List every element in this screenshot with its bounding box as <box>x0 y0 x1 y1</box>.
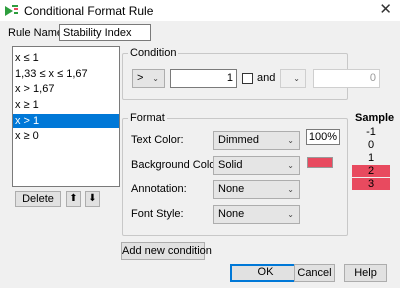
sample-value: 2 <box>352 165 390 177</box>
help-button[interactable]: Help <box>344 264 387 282</box>
title-bar: Conditional Format Rule ✕ <box>0 0 400 21</box>
delete-button[interactable]: Delete <box>15 191 61 207</box>
sample-value: 3 <box>352 178 390 190</box>
text-percent-input[interactable]: 100% <box>306 129 340 145</box>
sample-value: 0 <box>367 139 375 151</box>
rule-list-item[interactable]: x > 1,67 <box>13 82 119 96</box>
operator-value: > <box>137 72 144 84</box>
font-style-value: None <box>218 208 245 220</box>
sample-value: -1 <box>366 126 376 138</box>
move-up-button[interactable]: ⬆ <box>66 191 81 207</box>
rule-name-label: Rule Name: <box>8 27 67 39</box>
ok-button[interactable]: OK <box>230 264 301 282</box>
condition-value-input[interactable]: 1 <box>170 69 237 88</box>
close-icon[interactable]: ✕ <box>379 1 392 19</box>
operator-select[interactable]: > ⌄ <box>132 69 165 88</box>
sample-value: 1 <box>367 152 375 164</box>
text-color-select[interactable]: Dimmed ⌄ <box>213 131 300 150</box>
annotation-select[interactable]: None ⌄ <box>213 180 300 199</box>
condition-group-title: Condition <box>128 47 179 59</box>
font-style-select[interactable]: None ⌄ <box>213 205 300 224</box>
font-style-label: Font Style: <box>131 208 184 220</box>
operator2-select[interactable]: ⌄ <box>280 69 306 88</box>
app-icon <box>5 5 18 16</box>
chevron-down-icon: ⌄ <box>287 185 294 194</box>
format-group-title: Format <box>128 112 167 124</box>
move-down-button[interactable]: ⬇ <box>85 191 100 207</box>
text-color-value: Dimmed <box>218 134 259 146</box>
and-label: and <box>257 72 276 84</box>
rule-name-input[interactable]: Stability Index <box>59 24 151 41</box>
chevron-down-icon: ⌄ <box>152 74 159 83</box>
rule-list-item[interactable]: x ≥ 1 <box>13 98 119 112</box>
background-color-swatch[interactable] <box>307 157 333 168</box>
chevron-down-icon: ⌄ <box>287 136 294 145</box>
annotation-value: None <box>218 183 245 195</box>
chevron-down-icon: ⌄ <box>287 161 294 170</box>
and-checkbox[interactable] <box>242 73 253 84</box>
rule-list-item[interactable]: x ≤ 1 <box>13 51 119 65</box>
rule-list-item[interactable]: 1,33 ≤ x ≤ 1,67 <box>13 67 119 81</box>
cancel-button[interactable]: Cancel <box>294 264 335 282</box>
arrow-down-icon: ⬇ <box>88 193 97 204</box>
rule-list-item[interactable]: x > 1 <box>13 113 119 128</box>
condition-value2-input[interactable]: 0 <box>313 69 380 88</box>
rule-list[interactable]: x ≤ 1 1,33 ≤ x ≤ 1,67 x > 1,67 x ≥ 1x > 1x … <box>12 46 120 187</box>
sample-title: Sample <box>355 112 395 124</box>
chevron-down-icon: ⌄ <box>287 210 294 219</box>
add-new-condition-button[interactable]: Add new condition <box>121 242 212 260</box>
text-color-label: Text Color: <box>131 134 184 146</box>
window-title: Conditional Format Rule <box>24 4 154 18</box>
background-value: Solid <box>218 159 243 171</box>
arrow-up-icon: ⬆ <box>69 193 78 204</box>
chevron-down-icon: ⌄ <box>293 74 300 83</box>
background-color-select[interactable]: Solid ⌄ <box>213 156 300 175</box>
background-color-label: Background Color: <box>131 159 223 171</box>
rule-list-item[interactable]: x ≥ 0 <box>13 129 119 143</box>
annotation-label: Annotation: <box>131 183 187 195</box>
